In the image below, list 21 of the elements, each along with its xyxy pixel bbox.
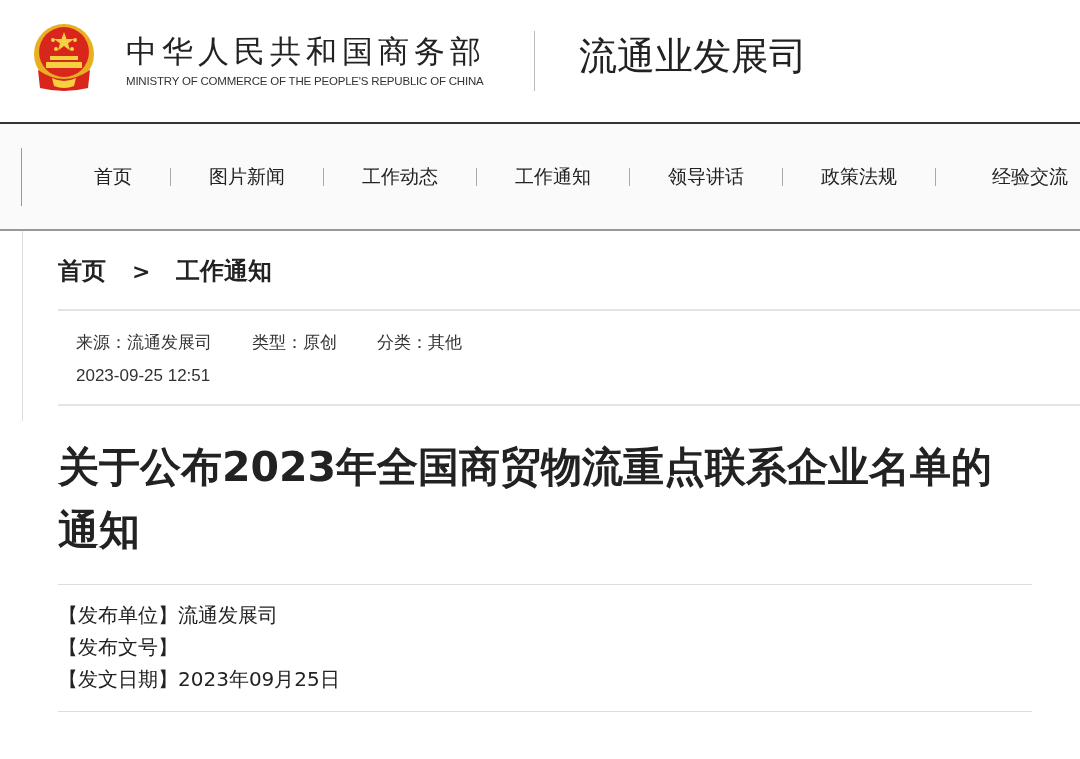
info-line: 【发布文号】 xyxy=(58,634,179,661)
info-line: 【发文日期】2023年09月25日 xyxy=(58,666,341,693)
ministry-name-english: MINISTRY OF COMMERCE OF THE PEOPLE'S REPUBLIC OF CHINA xyxy=(126,75,485,87)
breadcrumb-separator: > xyxy=(132,258,151,284)
nav-link[interactable]: 政策法规 xyxy=(821,163,897,190)
meta-field: 类型：原创 xyxy=(252,331,337,354)
nav-link[interactable]: 工作通知 xyxy=(515,163,591,190)
nav-link[interactable]: 工作动态 xyxy=(362,163,438,190)
publish-datetime: 2023-09-25 12:51 xyxy=(76,366,212,386)
meta-field: 分类：其他 xyxy=(377,331,462,354)
info-line: 【发布单位】流通发展司 xyxy=(58,602,279,629)
ministry-name: 中华人民共和国商务部 xyxy=(126,33,486,69)
department-name: 流通业发展司 xyxy=(579,32,807,80)
breadcrumb-link[interactable]: 工作通知 xyxy=(176,255,273,287)
nav-link[interactable]: 图片新闻 xyxy=(209,163,285,190)
breadcrumb-link[interactable]: 首页 xyxy=(58,255,106,287)
nav-link[interactable]: 首页 xyxy=(94,163,132,190)
article-title: 关于公布2023年全国商贸物流重点联系企业名单的通知 xyxy=(58,442,994,556)
meta-field: 来源：流通发展司 xyxy=(76,331,212,354)
nav-link[interactable]: 经验交流 xyxy=(992,163,1068,190)
nav-link[interactable]: 领导讲话 xyxy=(668,163,744,190)
